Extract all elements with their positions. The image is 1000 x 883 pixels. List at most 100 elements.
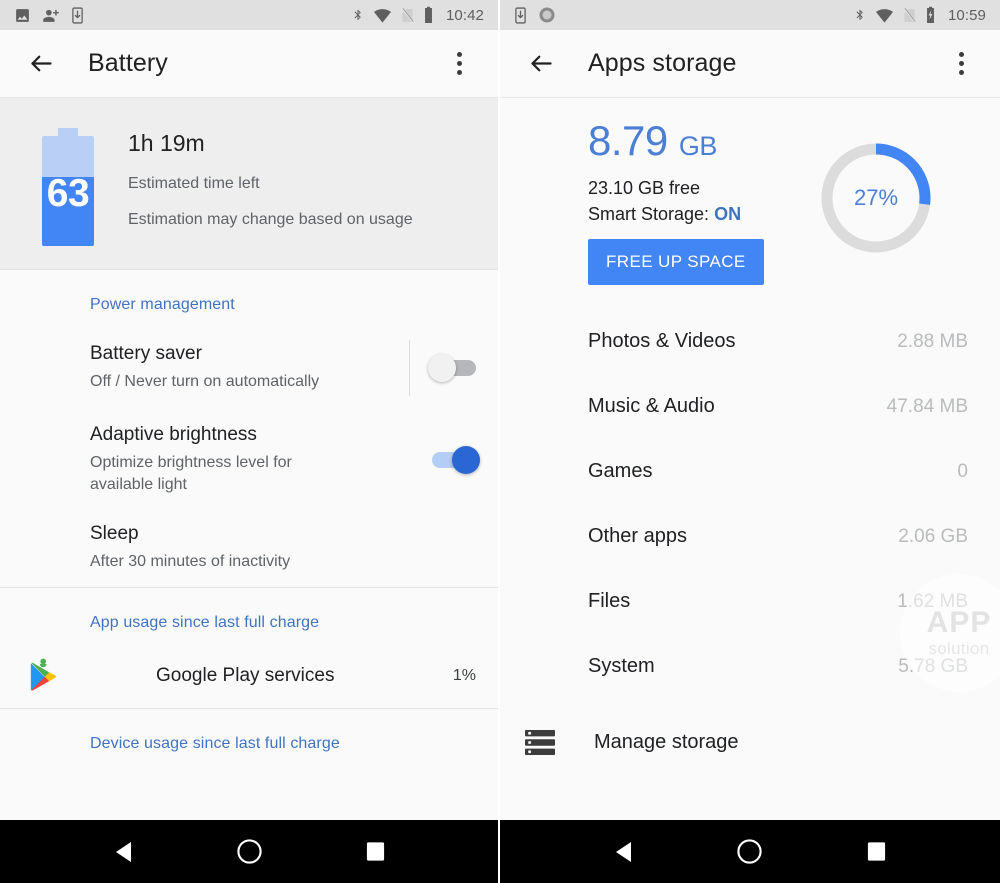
back-button[interactable] <box>520 43 562 85</box>
storage-row[interactable]: Photos & Videos 2.88 MB <box>500 309 1000 374</box>
nav-home-icon <box>737 839 763 864</box>
storage-category-name: Games <box>588 460 653 482</box>
wifi-icon <box>373 8 391 23</box>
status-bar-left: 10:42 <box>0 0 498 30</box>
overflow-dot <box>456 61 462 66</box>
phone-screen-apps-storage: 10:59 Apps storage 8.79 GB 23.10 GB free… <box>500 0 1000 883</box>
storage-row[interactable]: System 5.78 GB <box>500 634 1000 699</box>
storage-row[interactable]: Music & Audio 47.84 MB <box>500 374 1000 439</box>
nav-back-button[interactable] <box>597 829 649 875</box>
storage-free-text: 23.10 GB free <box>588 178 701 198</box>
wifi-icon <box>875 8 893 23</box>
battery-time-left: 1h 19m <box>128 130 205 156</box>
page-title: Apps storage <box>588 49 737 77</box>
adaptive-brightness-switch-wrap <box>410 445 480 474</box>
section-power-management: Power management Battery saver Off / Nev… <box>0 270 498 588</box>
battery-estimation-note: Estimation may change based on usage <box>128 211 413 228</box>
storage-row[interactable]: Files 1.62 MB <box>500 569 1000 634</box>
row-sleep[interactable]: Sleep After 30 minutes of inactivity <box>0 509 498 587</box>
battery-saver-switch-wrap <box>409 340 476 396</box>
arrow-back-icon <box>30 55 52 72</box>
nav-back-icon <box>116 841 131 862</box>
phone-screen-battery: 10:42 Battery 63 1h 19m Estimated time l… <box>0 0 500 883</box>
row-subtitle: Optimize brightness level for available … <box>90 454 292 493</box>
storage-category-size: 47.84 MB <box>886 395 968 417</box>
page-title: Battery <box>88 49 168 77</box>
row-adaptive-brightness-text: Adaptive brightness Optimize brightness … <box>90 424 410 495</box>
storage-category-size: 2.06 GB <box>898 525 968 547</box>
status-bar-right: 10:59 <box>500 0 1000 30</box>
storage-category-size: 1.62 MB <box>897 590 968 612</box>
overflow-dot <box>958 52 964 57</box>
person-add-icon <box>43 9 59 22</box>
adaptive-brightness-toggle[interactable] <box>432 445 480 474</box>
row-sleep-text: Sleep After 30 minutes of inactivity <box>90 523 476 573</box>
row-title: Battery saver <box>90 343 202 365</box>
storage-category-name: Files <box>588 590 631 612</box>
nav-recents-icon <box>868 842 886 861</box>
record-circle-icon <box>539 7 555 23</box>
storage-stack-icon <box>525 729 555 755</box>
battery-time-left-caption: Estimated time left <box>128 175 260 192</box>
section-device-usage: Device usage since last full charge <box>0 708 498 765</box>
storage-row[interactable]: Games 0 <box>500 439 1000 504</box>
no-sim-icon <box>401 7 414 23</box>
row-usage-value: 1% <box>452 666 476 684</box>
status-bar-clock: 10:59 <box>947 6 986 24</box>
bluetooth-icon <box>856 9 863 20</box>
storage-category-list: Photos & Videos 2.88 MB Music & Audio 47.84… <box>500 309 1000 699</box>
battery-saver-toggle[interactable] <box>428 354 476 382</box>
row-battery-saver-text: Battery saver Off / Never turn on automa… <box>90 343 409 393</box>
storage-summary-text: 8.79 GB 23.10 GB free Smart Storage: ON … <box>588 120 816 285</box>
image-icon <box>16 8 29 22</box>
row-subtitle: After 30 minutes of inactivity <box>90 553 291 571</box>
row-adaptive-brightness[interactable]: Adaptive brightness Optimize brightness … <box>0 410 498 509</box>
row-google-play-services[interactable]: Google Play services 1% <box>0 644 498 708</box>
row-title: Google Play services <box>156 664 335 686</box>
row-subtitle: Off / Never turn on automatically <box>90 373 320 391</box>
overflow-dot <box>456 70 462 75</box>
status-bar-right-icons: 10:42 <box>352 6 484 24</box>
download-phone-icon <box>72 6 83 24</box>
overflow-menu-button[interactable] <box>940 43 982 85</box>
battery-icon <box>425 6 432 23</box>
nav-recents-button[interactable] <box>349 829 401 875</box>
section-header-app-usage: App usage since last full charge <box>90 613 320 631</box>
row-battery-saver[interactable]: Battery saver Off / Never turn on automa… <box>0 326 498 410</box>
overflow-menu-button[interactable] <box>438 43 480 85</box>
screenshot-root: 10:42 Battery 63 1h 19m Estimated time l… <box>0 0 1000 883</box>
nav-back-icon <box>616 841 632 862</box>
nav-home-button[interactable] <box>724 829 776 875</box>
nav-bar-left <box>0 820 498 883</box>
storage-used-unit: GB <box>678 131 718 161</box>
nav-bar-right <box>500 820 1000 883</box>
overflow-dot <box>958 61 964 66</box>
storage-usage-donut: 27% <box>816 138 936 258</box>
battery-percent-label: 63 <box>46 172 90 215</box>
row-title: Adaptive brightness <box>90 424 257 445</box>
storage-category-name: Photos & Videos <box>588 330 736 352</box>
nav-recents-button[interactable] <box>851 829 903 875</box>
arrow-back-icon <box>530 55 552 72</box>
nav-back-button[interactable] <box>97 829 149 875</box>
storage-category-name: Music & Audio <box>588 395 715 417</box>
status-bar-left-icons <box>14 6 84 24</box>
section-header-device-usage: Device usage since last full charge <box>90 734 340 752</box>
download-phone-icon <box>515 6 526 24</box>
storage-used-value: 8.79 <box>588 117 668 164</box>
storage-category-size: 5.78 GB <box>898 655 968 677</box>
toggle-knob <box>452 445 480 474</box>
row-title: Sleep <box>90 523 139 545</box>
storage-row[interactable]: Other apps 2.06 GB <box>500 504 1000 569</box>
nav-home-button[interactable] <box>223 829 275 875</box>
smart-storage-label: Smart Storage: <box>588 204 715 224</box>
battery-content: 63 1h 19m Estimated time left Estimation… <box>0 98 498 820</box>
row-manage-storage[interactable]: Manage storage <box>500 709 1000 775</box>
back-button[interactable] <box>20 43 62 85</box>
toolbar-apps-storage: Apps storage <box>500 30 1000 98</box>
donut-percent-label: 27% <box>853 185 899 210</box>
bluetooth-icon <box>354 9 361 20</box>
free-up-space-button[interactable]: FREE UP SPACE <box>588 239 764 285</box>
section-header-power-management: Power management <box>90 296 235 313</box>
manage-storage-label: Manage storage <box>594 730 739 753</box>
